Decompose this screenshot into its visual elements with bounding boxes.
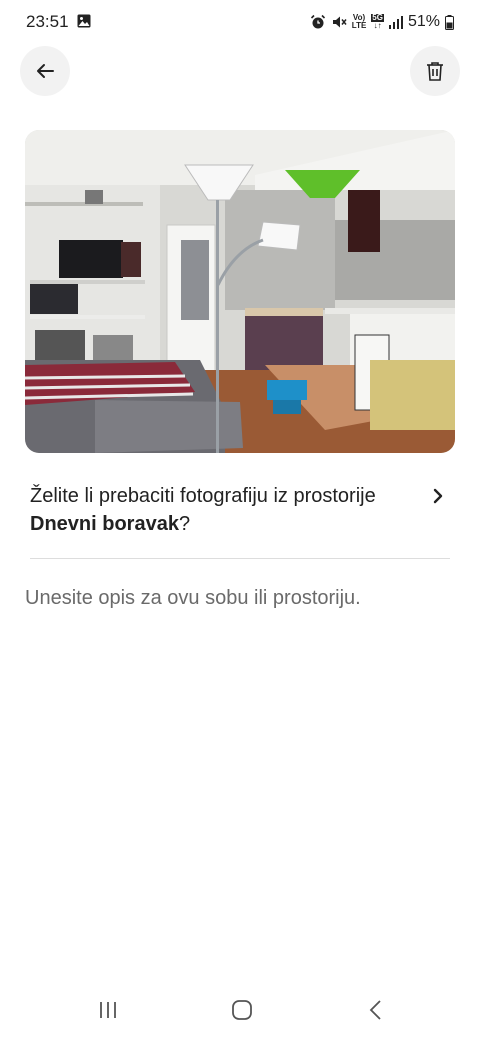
home-icon: [232, 1000, 252, 1020]
system-back-button[interactable]: [356, 995, 396, 1025]
room-photo-image: [25, 130, 455, 453]
room-name: Dnevni boravak: [30, 513, 179, 535]
status-time: 23:51: [26, 12, 69, 31]
back-button[interactable]: [20, 46, 70, 96]
mute-icon: [332, 16, 347, 28]
battery-percent: 51%: [407, 13, 440, 30]
delete-photo-button[interactable]: [410, 46, 460, 96]
move-photo-text: Želite li prebaciti fotografiju iz prost…: [30, 482, 410, 538]
move-photo-row[interactable]: Želite li prebaciti fotografiju iz prost…: [30, 482, 450, 559]
5g-icon: 5G ↓↑: [371, 14, 384, 30]
back-icon: [369, 1000, 381, 1020]
recents-icon: [100, 1002, 116, 1018]
chevron-right-icon: [433, 488, 443, 504]
alarm-icon: [310, 14, 325, 29]
room-photo[interactable]: [25, 130, 455, 453]
screen: 23:51 Vo) LTE 5G ↓↑ 51% Želite li prebac…: [0, 0, 480, 1040]
lte-label: LTE: [351, 21, 367, 30]
status-bar: 23:51 Vo) LTE 5G ↓↑ 51%: [0, 0, 480, 44]
move-photo-suffix: ?: [178, 513, 191, 535]
move-photo-prefix: Želite li prebaciti fotografiju iz prost…: [30, 485, 376, 507]
description-input[interactable]: Unesite opis za ovu sobu ili prostoriju.: [25, 587, 361, 610]
home-button[interactable]: [222, 995, 262, 1025]
status-icons: Vo) LTE 5G ↓↑ 51%: [310, 12, 454, 32]
volte-icon: Vo) LTE: [352, 14, 367, 30]
trash-icon: [427, 62, 443, 81]
arrow-left-icon: [37, 64, 54, 78]
recents-button[interactable]: [88, 995, 128, 1025]
battery-icon: [445, 14, 454, 30]
image-icon: [77, 14, 91, 28]
signal-icon: [388, 16, 403, 29]
data-arrows: ↓↑: [373, 21, 382, 30]
navigation-bar: [0, 985, 480, 1040]
